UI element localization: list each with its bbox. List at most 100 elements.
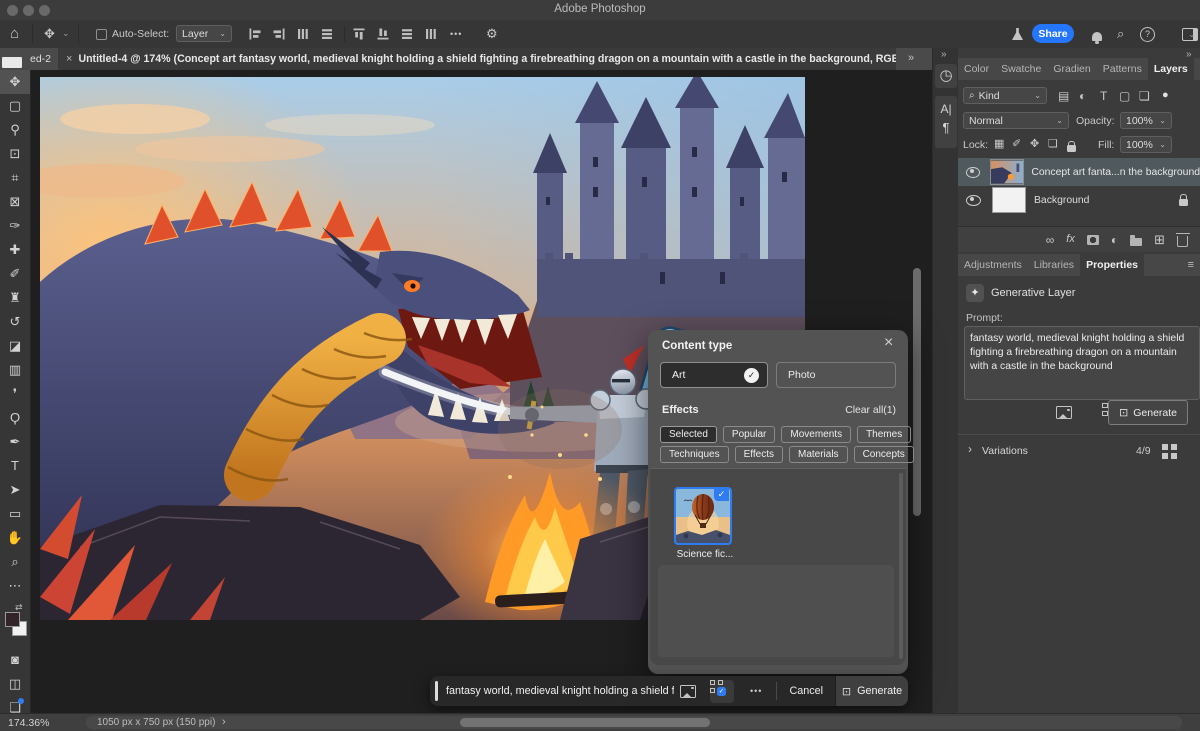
path-selection-tool[interactable]: ➤: [0, 478, 30, 502]
collapse-strip-icon[interactable]: »: [941, 50, 947, 60]
layer-visibility-icon[interactable]: [966, 195, 981, 206]
frame-tool[interactable]: ⊠: [0, 190, 30, 214]
layer-fx-icon[interactable]: fx: [1066, 234, 1075, 245]
delete-layer-icon[interactable]: [1177, 236, 1188, 247]
gradient-tool[interactable]: ▥: [0, 358, 30, 382]
chip-materials[interactable]: Materials: [789, 446, 848, 463]
tab-layers[interactable]: Layers: [1148, 58, 1194, 80]
filter-adjustment-layers-icon[interactable]: ◐: [1079, 90, 1086, 102]
foreground-color-swatch[interactable]: [5, 612, 20, 627]
align-center-h-icon[interactable]: [272, 27, 286, 41]
lock-transparent-icon[interactable]: ▦: [994, 139, 1004, 150]
tab-patterns[interactable]: Patterns: [1097, 58, 1148, 80]
object-selection-tool[interactable]: ⊡: [0, 142, 30, 166]
lock-all-icon[interactable]: [1067, 145, 1076, 152]
share-button[interactable]: Share: [1032, 24, 1074, 43]
eraser-tool[interactable]: ◪: [0, 334, 30, 358]
distribute-h-icon[interactable]: [320, 27, 334, 41]
chip-selected[interactable]: Selected: [660, 426, 717, 443]
panel-menu-icon[interactable]: ≡: [1194, 58, 1200, 80]
clear-all-link[interactable]: Clear all(1): [800, 405, 896, 416]
filter-pixel-layers-icon[interactable]: ▤: [1058, 90, 1069, 102]
cancel-button[interactable]: Cancel: [789, 685, 823, 697]
horizontal-scrollbar-thumb[interactable]: [460, 718, 710, 727]
tab-adjustments[interactable]: Adjustments: [958, 254, 1028, 276]
help-icon[interactable]: ?: [1140, 27, 1155, 42]
status-chevron-icon[interactable]: ›: [222, 716, 226, 728]
more-options-icon[interactable]: •••: [450, 30, 462, 39]
generate-button[interactable]: ⊡ Generate: [1108, 400, 1188, 425]
adjustment-layer-icon[interactable]: ◐: [1111, 234, 1118, 246]
edit-toolbar-icon[interactable]: ⋯: [0, 574, 30, 598]
active-document-tab[interactable]: × Untitled-4 @ 174% (Concept art fantasy…: [58, 48, 896, 70]
variations-chevron-icon[interactable]: ›: [968, 443, 972, 455]
lasso-tool[interactable]: ⚲: [0, 118, 30, 142]
distribute-v-icon[interactable]: [424, 27, 438, 41]
auto-select-dropdown[interactable]: Layer ⌄: [176, 25, 232, 42]
layer-row-background[interactable]: Background: [958, 186, 1200, 214]
variations-grid-icon[interactable]: [1162, 444, 1168, 450]
eyedropper-tool[interactable]: ✑: [0, 214, 30, 238]
search-icon[interactable]: ⌕: [1117, 27, 1124, 40]
align-top-icon[interactable]: [352, 27, 366, 41]
close-icon[interactable]: ×: [884, 334, 893, 352]
brush-tool[interactable]: ✐: [0, 262, 30, 286]
character-panel-icon[interactable]: A|: [935, 96, 957, 116]
home-icon[interactable]: ⌂: [10, 26, 19, 41]
history-brush-tool[interactable]: ↺: [0, 310, 30, 334]
zoom-level-field[interactable]: 174.36%: [8, 717, 49, 729]
clone-stamp-tool[interactable]: ♜: [0, 286, 30, 310]
chip-effects[interactable]: Effects: [735, 446, 783, 463]
layer-filter-dropdown[interactable]: ⌕ Kind ⌄: [963, 87, 1047, 104]
tab-overflow-icon[interactable]: »: [908, 53, 914, 64]
variations-row[interactable]: › Variations 4/9: [958, 440, 1200, 462]
new-group-icon[interactable]: [1130, 238, 1142, 246]
opacity-dropdown[interactable]: 100% ⌄: [1120, 112, 1172, 129]
move-tool[interactable]: ✥: [0, 70, 30, 94]
tab-color[interactable]: Color: [958, 58, 995, 80]
layer-visibility-icon[interactable]: [966, 167, 980, 178]
lock-move-icon[interactable]: ✥: [1030, 139, 1039, 150]
type-tool[interactable]: T: [0, 454, 30, 478]
paragraph-panel-icon[interactable]: ¶: [935, 116, 957, 135]
move-tool-chevron-icon[interactable]: ⌄: [62, 29, 70, 38]
lock-paint-icon[interactable]: ✐: [1012, 139, 1021, 150]
blur-tool[interactable]: ❜: [0, 382, 30, 406]
align-right-icon[interactable]: [296, 27, 310, 41]
tab-close-icon[interactable]: ×: [58, 53, 78, 65]
chip-techniques[interactable]: Techniques: [660, 446, 729, 463]
screen-mode-icon[interactable]: ◫: [0, 672, 30, 696]
reference-image-icon[interactable]: [1056, 406, 1072, 419]
align-left-icon[interactable]: [248, 27, 262, 41]
dodge-tool[interactable]: Ϙ: [0, 406, 30, 430]
content-type-art-button[interactable]: Art ✓: [660, 362, 768, 388]
layer-row-generative[interactable]: Concept art fanta...n the background: [958, 158, 1200, 186]
filter-smart-objects-icon[interactable]: ❏: [1139, 90, 1150, 102]
tab-gradients[interactable]: Gradien: [1047, 58, 1096, 80]
beta-flask-icon[interactable]: [1012, 28, 1023, 40]
tab-properties[interactable]: Properties: [1080, 254, 1144, 276]
auto-select-checkbox[interactable]: [96, 29, 107, 40]
previous-tab-thumbnail[interactable]: [2, 57, 22, 68]
tab-swatches[interactable]: Swatche: [995, 58, 1047, 80]
dialog-scrollbar[interactable]: [899, 473, 903, 659]
blend-mode-dropdown[interactable]: Normal ⌄: [963, 112, 1069, 129]
rectangular-marquee-tool[interactable]: ▢: [0, 94, 30, 118]
link-layers-icon[interactable]: ∞: [1046, 234, 1055, 246]
align-middle-icon[interactable]: [376, 27, 390, 41]
taskbar-prompt-input[interactable]: fantasy world, medieval knight holding a…: [446, 685, 674, 697]
tab-libraries[interactable]: Libraries: [1028, 254, 1080, 276]
filter-type-layers-icon[interactable]: T: [1100, 90, 1107, 102]
previous-tab-label[interactable]: ed-2: [30, 53, 51, 65]
hand-tool[interactable]: ✋: [0, 526, 30, 550]
notifications-bell-icon[interactable]: [1092, 32, 1102, 41]
crop-tool[interactable]: ⌗: [0, 166, 30, 190]
add-mask-icon[interactable]: [1087, 235, 1099, 245]
filter-toggle-icon[interactable]: ●: [1162, 90, 1169, 101]
spot-healing-tool[interactable]: ✚: [0, 238, 30, 262]
move-tool-option-icon[interactable]: ✥: [44, 27, 55, 40]
chip-concepts[interactable]: Concepts: [854, 446, 914, 463]
prompt-textarea[interactable]: fantasy world, medieval knight holding a…: [964, 326, 1200, 400]
workspace-chevron-icon[interactable]: ⌄: [1188, 30, 1196, 39]
quick-mask-icon[interactable]: ◙: [0, 648, 30, 672]
